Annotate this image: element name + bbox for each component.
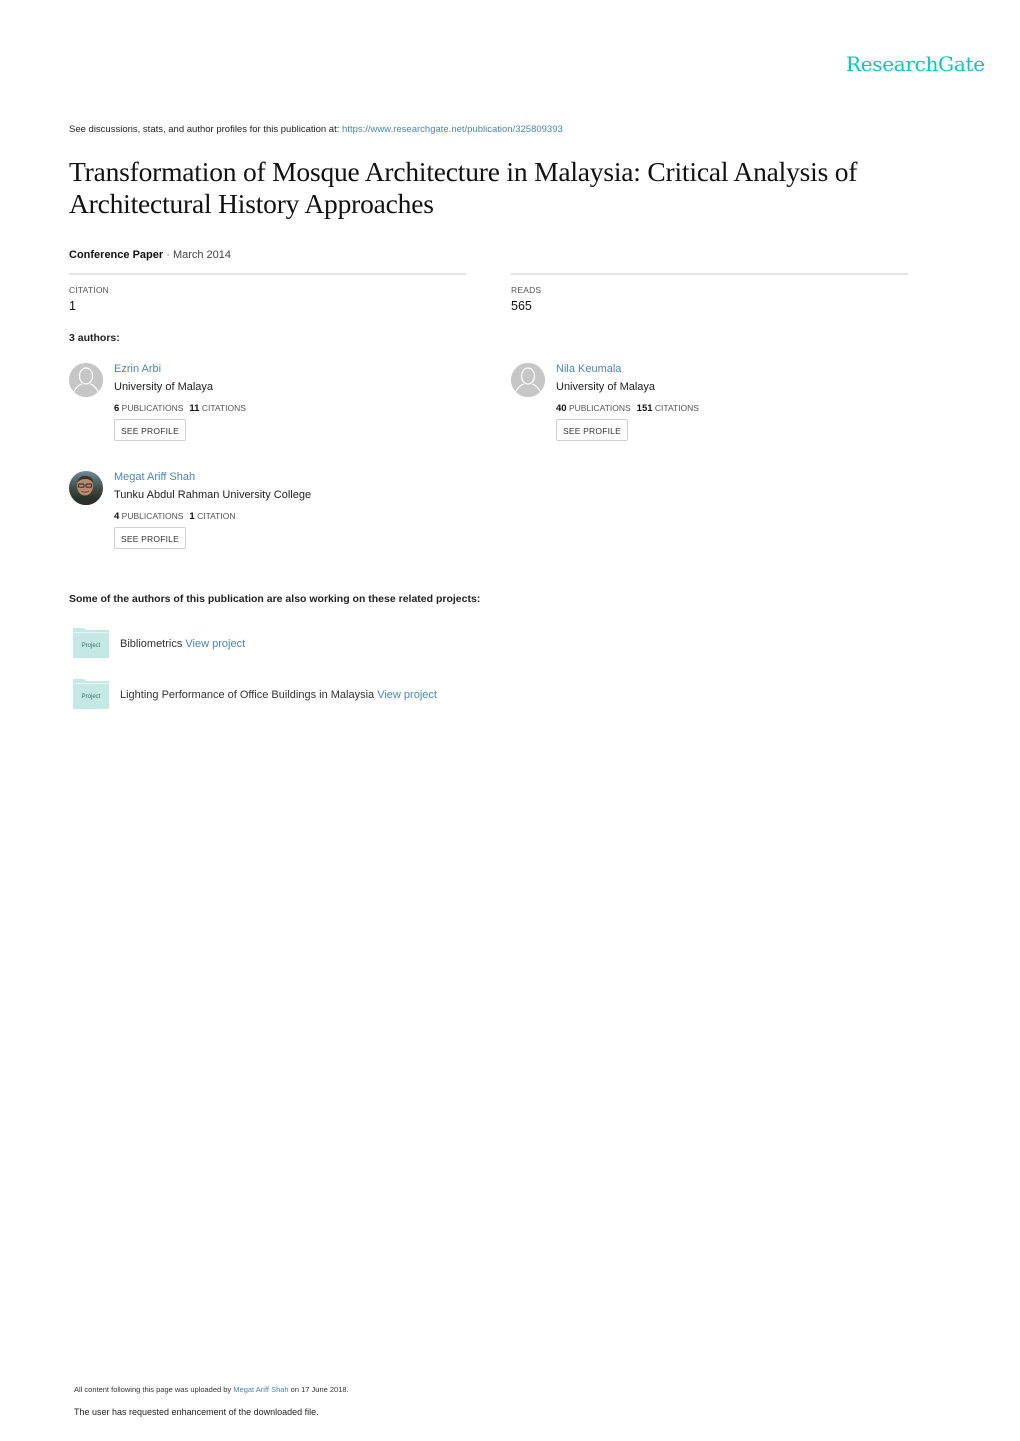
citations-count: 151 [636,403,653,414]
upload-suffix: on 17 June 2018. [288,1385,349,1394]
project-icon-label: Project [82,643,101,649]
author-institution: University of Malaya [114,381,214,393]
project-item: Project Bibliometrics View project [72,627,672,659]
view-project-link[interactable]: View project [185,638,245,650]
author-institution: Tunku Abdul Rahman University College [114,489,312,501]
upload-prefix: All content following this page was uplo… [74,1385,234,1394]
author-photo-avatar[interactable] [69,471,103,505]
author-stats: 4 PUBLICATIONS 1 CITATION [114,511,235,522]
project-name: Bibliometrics [120,638,183,650]
discussion-prefix: See discussions, stats, and author profi… [69,124,343,135]
discussion-line: See discussions, stats, and author profi… [69,124,563,135]
project-folder-icon: Project [72,627,110,659]
author-name-link[interactable]: Nila Keumala [556,363,621,375]
citations-count: 1 [189,511,195,522]
publications-label: PUBLICATIONS [121,511,184,521]
see-profile-button[interactable]: SEE PROFILE [114,419,186,441]
authors-heading: 3 authors: [69,332,120,344]
publication-title: Transformation of Mosque Architecture in… [69,156,858,219]
uploader-link[interactable]: Megat Ariff Shah [233,1385,288,1394]
publications-count: 4 [114,511,120,522]
citations-label: CITATION [197,511,236,521]
project-text: Lighting Performance of Office Buildings… [120,689,437,701]
publication-type: Conference Paper [69,249,164,261]
see-profile-button[interactable]: SEE PROFILE [114,527,186,549]
author-name-link[interactable]: Ezrin Arbi [114,363,161,375]
publications-label: PUBLICATIONS [568,403,631,413]
related-projects-heading: Some of the authors of this publication … [69,593,481,605]
enhancement-note: The user has requested enhancement of th… [74,1407,319,1417]
project-folder-icon: Project [72,678,110,710]
citations-label: CITATIONS [654,403,699,413]
project-item: Project Lighting Performance of Office B… [72,678,672,710]
publication-date: March 2014 [172,249,232,261]
reads-label: READS [511,285,542,295]
citations-count: 11 [189,403,200,414]
reads-value: 565 [511,299,532,313]
author-card: Megat Ariff Shah Tunku Abdul Rahman Univ… [69,471,469,566]
citation-label: CITATION [69,285,110,295]
publications-label: PUBLICATIONS [121,403,184,413]
upload-note: All content following this page was uplo… [74,1385,349,1394]
citations-label: CITATIONS [201,403,246,413]
citation-value: 1 [69,299,76,313]
publications-count: 40 [556,403,567,414]
author-institution: University of Malaya [556,381,656,393]
author-card: Ezrin Arbi University of Malaya 6 PUBLIC… [69,363,469,458]
publication-url-link[interactable]: https://www.researchgate.net/publication… [342,124,563,135]
project-name: Lighting Performance of Office Buildings… [120,689,375,701]
author-stats: 40 PUBLICATIONS 151 CITATIONS [556,403,699,414]
author-stats: 6 PUBLICATIONS 11 CITATIONS [114,403,246,414]
reads-divider [511,273,908,275]
project-icon-label: Project [82,694,101,700]
project-text: Bibliometrics View project [120,638,245,650]
default-avatar-icon[interactable] [69,363,103,397]
author-card: Nila Keumala University of Malaya 40 PUB… [511,363,911,458]
author-name-link[interactable]: Megat Ariff Shah [114,471,195,483]
researchgate-logo[interactable]: ResearchGate [846,52,985,76]
default-avatar-icon[interactable] [511,363,545,397]
publications-count: 6 [114,403,120,414]
citation-divider [69,273,466,275]
publication-meta: Conference Paper · March 2014 [69,249,231,261]
view-project-link[interactable]: View project [377,689,437,701]
meta-separator: · [163,249,173,261]
see-profile-button[interactable]: SEE PROFILE [556,419,628,441]
